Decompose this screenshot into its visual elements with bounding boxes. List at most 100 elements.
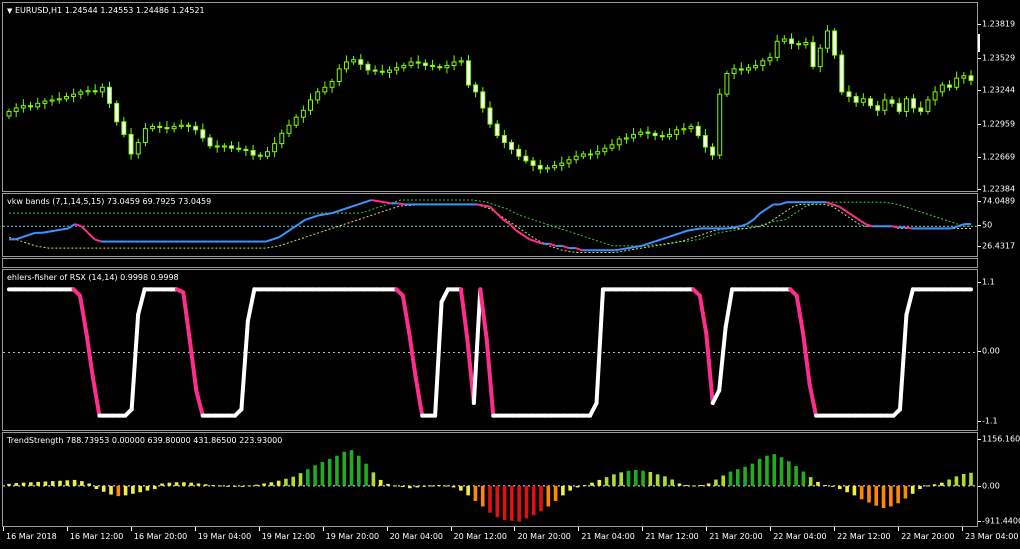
- candle-body: [573, 155, 579, 161]
- signal-segment: [891, 225, 899, 229]
- histogram-bar: [174, 482, 179, 486]
- trend-strength-pane[interactable]: TrendStrength 788.73953 0.00000 639.8000…: [2, 432, 978, 527]
- histogram-bar: [80, 481, 84, 486]
- fisher-tick: 1.1: [982, 277, 995, 287]
- signal-segment: [41, 230, 49, 234]
- histogram-bar: [422, 485, 427, 487]
- histogram-bar: [203, 484, 208, 486]
- time-tick: [898, 527, 900, 531]
- candle-body: [415, 61, 421, 64]
- signal-segment: [687, 228, 695, 232]
- candlestick-plot: [6, 25, 974, 174]
- histogram-bar: [670, 479, 675, 486]
- histogram-bar: [378, 479, 383, 486]
- signal-segment: [667, 234, 675, 239]
- fisher-rsx-plot: [3, 287, 977, 418]
- trend-strength-label: TrendStrength 788.73953 0.00000 639.8000…: [7, 436, 283, 445]
- histogram-bar: [72, 479, 77, 486]
- trend-strength-plot: [3, 450, 977, 522]
- candle-body: [645, 131, 651, 134]
- candle-body: [753, 64, 759, 69]
- candle-body: [781, 38, 787, 42]
- candle-body: [329, 81, 335, 88]
- time-label: 19 Mar 20:00: [325, 532, 380, 541]
- histogram-bar: [961, 473, 966, 486]
- candle-body: [501, 135, 507, 143]
- time-label: 22 Mar 12:00: [837, 532, 891, 541]
- candle-body: [487, 107, 493, 125]
- fisher-segment: [801, 331, 812, 387]
- collapse-arrow-icon[interactable]: ▼: [7, 7, 12, 15]
- histogram-bar: [182, 482, 186, 486]
- fisher-tick: -1.1: [982, 416, 998, 426]
- candle-body: [932, 91, 938, 101]
- histogram-bar: [779, 457, 784, 486]
- candle-body: [107, 86, 112, 104]
- candle-body: [652, 132, 658, 137]
- histogram-bar: [699, 485, 704, 487]
- candle-body: [322, 86, 328, 93]
- candle-body: [731, 68, 737, 74]
- candle-body: [207, 137, 213, 147]
- time-label: 21 Mar 04:00: [581, 532, 635, 541]
- histogram-bar: [211, 485, 215, 487]
- price-chart-pane[interactable]: ▼ EURUSD,H1 1.24544 1.24553 1.24486 1.24…: [2, 2, 978, 192]
- signal-segment: [278, 231, 287, 239]
- candle-body: [853, 95, 859, 103]
- candle-body: [609, 144, 615, 149]
- signal-segment: [15, 236, 23, 241]
- histogram-bar: [138, 485, 142, 493]
- fisher-segment: [245, 287, 257, 323]
- signal-segment: [28, 231, 36, 236]
- fisher-segment: [413, 375, 425, 418]
- histogram-bar: [517, 485, 521, 522]
- signal-segment: [272, 236, 280, 241]
- candle-body: [42, 100, 48, 104]
- histogram-bar: [393, 485, 398, 487]
- vkw-bands-pane[interactable]: vkw bands (7,1,14,5,15) 73.0459 69.7925 …: [2, 193, 978, 257]
- signal-segment: [21, 234, 30, 239]
- signal-segment: [344, 205, 352, 210]
- fisher-segment: [897, 312, 909, 412]
- histogram-bar: [677, 483, 682, 486]
- histogram-bar: [823, 485, 828, 487]
- candle-body: [559, 162, 565, 166]
- empty-indicator-pane[interactable]: [2, 258, 978, 268]
- candle-body: [702, 135, 708, 148]
- candle-body: [63, 95, 69, 100]
- time-tick: [66, 527, 68, 531]
- signal-segment: [80, 225, 89, 234]
- candle-body: [466, 60, 471, 86]
- candle-body: [595, 151, 601, 155]
- vkw-bands-label: vkw bands (7,1,14,5,15) 73.0459 69.7925 …: [7, 197, 212, 206]
- fisher-segment: [181, 290, 192, 342]
- trend-scale: 1156.160 0.00 -911.4400: [978, 432, 1020, 527]
- symbol-ohlc-label: EURUSD,H1 1.24544 1.24553 1.24486 1.2452…: [14, 6, 205, 15]
- price-tick: 1.23529: [982, 53, 1016, 63]
- histogram-bar: [459, 485, 463, 491]
- signal-segment: [628, 246, 636, 250]
- histogram-bar: [852, 485, 857, 496]
- candle-body: [674, 129, 680, 135]
- fisher-segment: [478, 287, 489, 342]
- histogram-bar: [539, 485, 543, 512]
- histogram-bar: [36, 481, 40, 486]
- candle-body: [444, 64, 450, 69]
- histogram-bar: [488, 485, 492, 513]
- histogram-bar: [568, 485, 572, 491]
- candle-body: [28, 105, 33, 108]
- histogram-bar: [940, 482, 944, 486]
- time-tick: [194, 527, 196, 531]
- histogram-bar: [400, 485, 405, 488]
- histogram-bar: [633, 469, 638, 486]
- histogram-bar: [240, 485, 245, 487]
- histogram-bar: [874, 485, 879, 506]
- candle-body: [250, 150, 256, 156]
- fisher-rsx-pane[interactable]: ehlers-fisher of RSX (14,14) 0.9998 0.99…: [2, 269, 978, 431]
- candle-body: [968, 75, 974, 81]
- histogram-bar: [429, 485, 434, 487]
- histogram-bar: [510, 485, 514, 521]
- candle-body: [868, 98, 873, 107]
- histogram-bar: [575, 485, 580, 488]
- candle-body: [164, 127, 170, 130]
